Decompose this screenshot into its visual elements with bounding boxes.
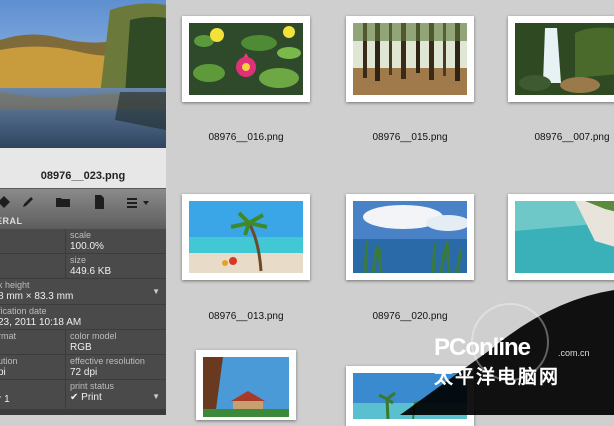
color-model-field: color model RGB — [66, 330, 166, 355]
pencil-icon[interactable] — [20, 194, 36, 210]
thumbnail-item[interactable] — [182, 16, 310, 102]
dimensions-value: 8 mm × 83.3 mm — [0, 291, 74, 302]
tag-icon[interactable] — [0, 194, 12, 210]
print-status-label: print status — [70, 381, 115, 391]
modification-date-field: fication date 23, 2011 10:18 AM — [0, 305, 166, 330]
general-section-header[interactable]: ERAL — [0, 215, 166, 229]
chevron-down-icon[interactable]: ▼ — [152, 392, 160, 401]
folder-icon[interactable] — [55, 194, 71, 210]
thumbnail-filename[interactable]: 08976__015.png — [340, 132, 480, 143]
print-status-value: ✔ Print — [70, 392, 102, 403]
effective-resolution-value: 72 dpi — [70, 367, 98, 378]
print-status-field[interactable]: print status ✔ Print ▼ — [66, 380, 166, 410]
date-value: 23, 2011 10:18 AM — [0, 317, 82, 328]
size-value: 449.6 KB — [70, 266, 112, 277]
page-field[interactable]: r 1 — [0, 380, 66, 410]
dimensions-label: x height — [0, 280, 30, 290]
thumbnail-filename[interactable]: 08976__007.png — [502, 132, 614, 143]
watermark-chinese: 太平洋电脑网 — [434, 366, 561, 388]
pconline-watermark: PConline .com.cn 太平洋电脑网 — [400, 290, 614, 415]
color-model-value: RGB — [70, 342, 92, 353]
preview-caption: 08976__023.png — [0, 148, 166, 188]
selected-image-preview[interactable] — [0, 0, 166, 148]
document-icon[interactable] — [91, 194, 107, 210]
date-label: fication date — [0, 306, 47, 316]
effective-resolution-label: effective resolution — [70, 356, 145, 366]
thumbnail-filename[interactable]: 08976__013.png — [176, 311, 316, 322]
blank-cell — [0, 254, 66, 279]
page-value: r 1 — [0, 394, 10, 405]
size-field: size 449.6 KB — [66, 254, 166, 279]
chevron-down-icon[interactable]: ▼ — [152, 287, 160, 296]
thumbnail-item[interactable] — [196, 350, 296, 420]
format-field: rmat — [0, 330, 66, 355]
panel-bottom — [0, 410, 166, 415]
resolution-value: pi — [0, 367, 6, 378]
scale-field: scale 100.0% — [66, 229, 166, 254]
thumbnail-item[interactable] — [508, 16, 614, 102]
size-label: size — [70, 255, 87, 265]
scale-value: 100.0% — [70, 241, 104, 252]
list-menu-icon[interactable] — [124, 194, 154, 210]
preview-filename: 08976__023.png — [40, 170, 126, 182]
inspector-toolbar — [0, 188, 166, 216]
dimensions-field[interactable]: x height 8 mm × 83.3 mm ▼ — [0, 279, 166, 305]
watermark-domain: .com.cn — [558, 348, 590, 358]
thumbnail-item[interactable] — [182, 194, 310, 280]
thumbnail-filename[interactable]: 08976__016.png — [176, 132, 316, 143]
resolution-label: ution — [0, 356, 18, 366]
color-model-label: color model — [70, 331, 117, 341]
blank-cell — [0, 229, 66, 254]
watermark-brand: PConline — [434, 334, 531, 361]
section-title: ERAL — [0, 216, 23, 226]
scale-label: scale — [70, 230, 92, 240]
format-label: rmat — [0, 331, 16, 341]
thumbnail-item[interactable] — [346, 16, 474, 102]
thumbnail-item[interactable] — [346, 194, 474, 280]
thumbnail-item[interactable] — [508, 194, 614, 280]
effective-resolution-field: effective resolution 72 dpi — [66, 355, 166, 380]
inspector-panel: 08976__023.png ERAL scale 100.0% size 44… — [0, 0, 166, 415]
resolution-field: ution pi — [0, 355, 66, 380]
